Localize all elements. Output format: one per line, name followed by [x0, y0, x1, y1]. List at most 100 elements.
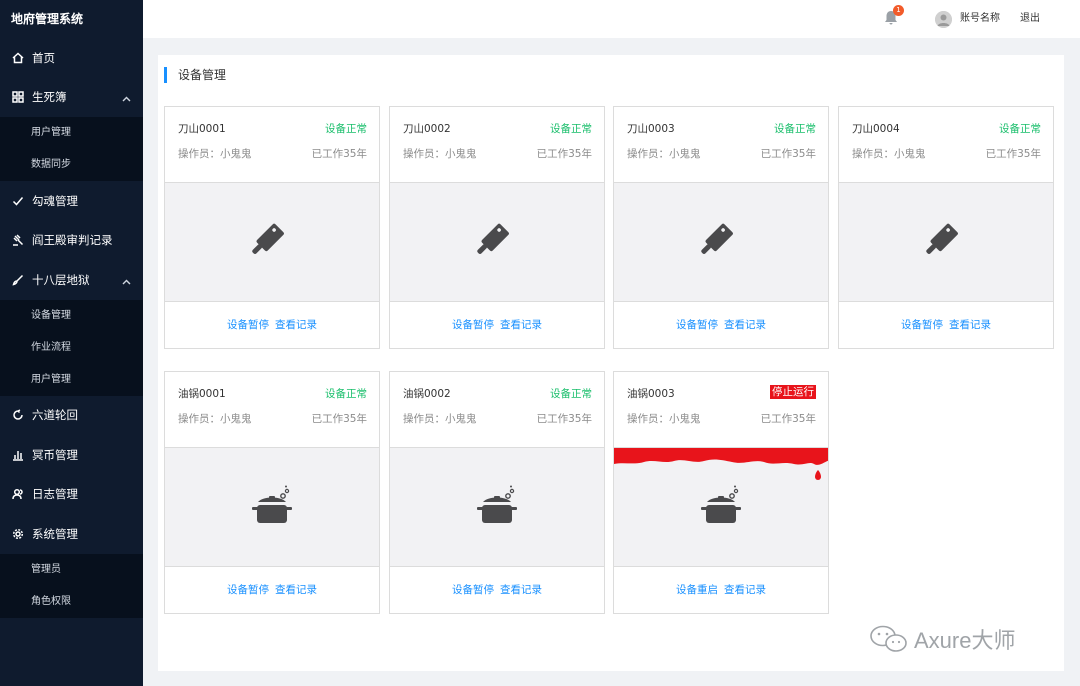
view-records-link[interactable]: 查看记录 [949, 319, 991, 331]
card-header: 刀山0001 设备正常 操作员：小鬼鬼 已工作35年 [165, 107, 379, 183]
work-duration: 已工作35年 [985, 148, 1041, 160]
gear-icon [11, 527, 25, 541]
wechat-icon [870, 625, 907, 652]
card-header: 刀山0004 设备正常操作员：小鬼鬼 已工作35年 [839, 107, 1053, 183]
card-actions: 设备重启 查看记录 [614, 567, 828, 613]
operator-label: 操作员：小鬼鬼 [627, 148, 701, 160]
card-actions: 设备暂停 查看记录 [614, 302, 828, 348]
gavel-icon [11, 233, 25, 247]
menu-item-money[interactable]: 冥币管理 [0, 435, 143, 475]
status-badge: 停止运行 [770, 385, 816, 399]
pause-device-link[interactable]: 设备暂停 [676, 319, 718, 331]
avatar[interactable] [935, 11, 952, 28]
sub-item-role-permission[interactable]: 角色权限 [0, 586, 143, 618]
operator-label: 操作员：小鬼鬼 [178, 413, 252, 425]
menu-label: 勾魂管理 [32, 193, 78, 208]
device-image [390, 448, 604, 567]
status-badge: 设备正常 [999, 123, 1041, 135]
work-duration: 已工作35年 [536, 413, 592, 425]
check-icon [11, 194, 25, 208]
topbar: 1 账号名称 退出 [143, 0, 1080, 38]
pause-device-link[interactable]: 设备暂停 [452, 584, 494, 596]
sub-item-user-manage-2[interactable]: 用户管理 [0, 364, 143, 396]
menu-label: 阎王殿审判记录 [32, 233, 113, 248]
card-actions: 设备暂停 查看记录 [390, 567, 604, 613]
work-duration: 已工作35年 [311, 413, 367, 425]
cleaver-icon [701, 223, 733, 254]
work-duration: 已工作35年 [760, 148, 816, 160]
menu-item-home[interactable]: 首页 [0, 38, 143, 78]
card-actions: 设备暂停 查看记录 [165, 567, 379, 613]
status-badge: 设备正常 [774, 123, 816, 135]
menu-label: 六道轮回 [32, 408, 78, 423]
status-badge: 设备正常 [550, 123, 592, 135]
work-duration: 已工作35年 [536, 148, 592, 160]
device-name: 油锅0002 [403, 388, 451, 400]
restart-device-link[interactable]: 设备重启 [676, 584, 718, 596]
sidebar: 地府管理系统 首页 生死簿 用户管理 数据同步 勾魂管理 阎王殿审判记录 十八层… [0, 0, 143, 686]
home-icon [11, 51, 25, 65]
sub-item-device-manage[interactable]: 设备管理 [0, 300, 143, 332]
blood-drip-decoration [614, 448, 828, 480]
pause-device-link[interactable]: 设备暂停 [901, 319, 943, 331]
device-image [614, 448, 828, 567]
main-panel: 设备管理 刀山0001 设备正常 操作员：小鬼鬼 已工作35年 设备暂停 查看记录 刀山00… [158, 55, 1064, 671]
menu-item-system[interactable]: 系统管理 [0, 514, 143, 554]
device-name: 刀山0001 [178, 123, 226, 135]
device-card: 油锅0002 设备正常 操作员：小鬼鬼 已工作35年设备暂停 查看记录 [389, 371, 605, 614]
sub-item-user-manage[interactable]: 用户管理 [0, 117, 143, 149]
cycle-icon [11, 408, 25, 422]
menu-item-reincarnation[interactable]: 六道轮回 [0, 396, 143, 436]
brush-icon [11, 273, 25, 287]
view-records-link[interactable]: 查看记录 [275, 584, 317, 596]
view-records-link[interactable]: 查看记录 [500, 584, 542, 596]
card-actions: 设备暂停 查看记录 [390, 302, 604, 348]
pause-device-link[interactable]: 设备暂停 [452, 319, 494, 331]
card-header: 刀山0002 设备正常操作员：小鬼鬼 已工作35年 [390, 107, 604, 183]
device-card: 刀山0004 设备正常操作员：小鬼鬼 已工作35年设备暂停 查看记录 [838, 106, 1054, 349]
view-records-link[interactable]: 查看记录 [724, 319, 766, 331]
pot-icon [252, 485, 292, 523]
operator-label: 操作员：小鬼鬼 [627, 413, 701, 425]
device-name: 刀山0003 [627, 123, 675, 135]
cleaver-icon [477, 223, 509, 254]
menu-item-hell18[interactable]: 十八层地狱 [0, 260, 143, 300]
menu-item-judgement[interactable]: 阎王殿审判记录 [0, 221, 143, 261]
menu-label: 冥币管理 [32, 447, 78, 462]
device-card: 刀山0001 设备正常 操作员：小鬼鬼 已工作35年设备暂停 查看记录 [164, 106, 380, 349]
menu-item-gouhun[interactable]: 勾魂管理 [0, 181, 143, 221]
notification-badge: 1 [893, 5, 904, 16]
logout-link[interactable]: 退出 [1020, 0, 1040, 38]
device-name: 油锅0003 [627, 388, 675, 400]
view-records-link[interactable]: 查看记录 [500, 319, 542, 331]
device-name: 刀山0004 [852, 123, 900, 135]
pause-device-link[interactable]: 设备暂停 [227, 584, 269, 596]
page-title: 设备管理 [164, 67, 226, 83]
device-image [839, 183, 1053, 302]
grid-icon [11, 90, 25, 104]
sub-item-workflow[interactable]: 作业流程 [0, 332, 143, 364]
account-name[interactable]: 账号名称 [960, 0, 1000, 38]
operator-label: 操作员：小鬼鬼 [852, 148, 926, 160]
cleaver-icon [926, 223, 958, 254]
menu-label: 生死簿 [32, 90, 67, 105]
view-records-link[interactable]: 查看记录 [724, 584, 766, 596]
pause-device-link[interactable]: 设备暂停 [227, 319, 269, 331]
menu-item-shengsibu[interactable]: 生死簿 [0, 78, 143, 118]
sub-item-data-sync[interactable]: 数据同步 [0, 149, 143, 181]
operator-label: 操作员：小鬼鬼 [403, 148, 477, 160]
device-name: 油锅0001 [178, 388, 226, 400]
submenu-shengsibu: 用户管理 数据同步 [0, 117, 143, 181]
device-image [165, 448, 379, 567]
view-records-link[interactable]: 查看记录 [275, 319, 317, 331]
sub-item-admin[interactable]: 管理员 [0, 554, 143, 586]
card-header: 油锅0002 设备正常 操作员：小鬼鬼 已工作35年 [390, 372, 604, 448]
menu-label: 首页 [32, 50, 55, 65]
card-actions: 设备暂停 查看记录 [165, 302, 379, 348]
bar-chart-icon [11, 448, 25, 462]
work-duration: 已工作35年 [760, 413, 816, 425]
submenu-system: 管理员 角色权限 [0, 553, 143, 618]
menu-item-log[interactable]: 日志管理 [0, 475, 143, 515]
device-name: 刀山0002 [403, 123, 451, 135]
card-actions: 设备暂停 查看记录 [839, 302, 1053, 348]
